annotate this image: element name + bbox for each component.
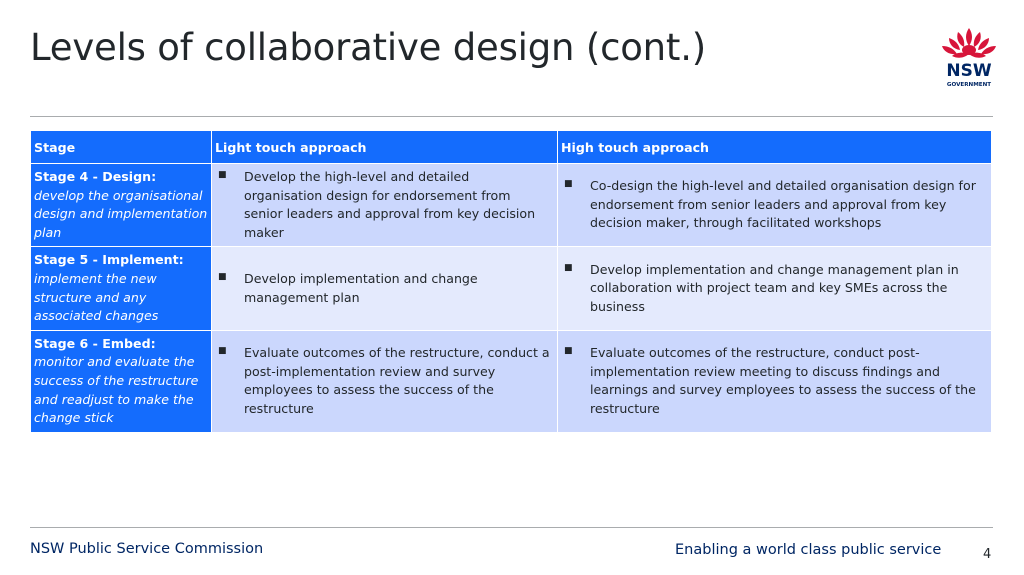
high-touch-cell: ■ Co-design the high-level and detailed o…: [557, 162, 992, 248]
header-stage: Stage: [30, 130, 212, 164]
waratah-icon: NSW GOVERNMENT: [942, 28, 996, 88]
high-touch-cell: ■ Evaluate outcomes of the restructure, c…: [557, 329, 992, 433]
logo-wordmark: NSW: [946, 61, 991, 81]
stage-name: Stage 5 - Implement:: [34, 252, 184, 268]
light-touch-text: Develop implementation and change manage…: [244, 270, 478, 305]
nsw-government-logo: NSW GOVERNMENT: [938, 26, 1000, 90]
table-header-row: Stage Light touch approach High touch ap…: [30, 130, 992, 164]
bullet-icon: ■: [564, 262, 573, 273]
bullet-icon: ■: [564, 346, 573, 357]
table-row: Stage 5 - Implement: implement the new s…: [30, 246, 992, 331]
stage-cell: Stage 4 - Design: develop the organisati…: [30, 162, 212, 248]
logo-subtext: GOVERNMENT: [947, 82, 991, 88]
stage-description: implement the new structure and any asso…: [34, 270, 159, 324]
bullet-icon: ■: [218, 271, 227, 282]
high-touch-cell: ■ Develop implementation and change manag…: [557, 246, 992, 331]
table-row: Stage 4 - Design: develop the organisati…: [30, 162, 992, 248]
bullet-icon: ■: [564, 179, 573, 190]
footer-organisation: NSW Public Service Commission: [30, 541, 264, 557]
bullet-icon: ■: [218, 346, 227, 357]
bullet-icon: ■: [218, 170, 227, 180]
stage-name: Stage 4 - Design:: [34, 169, 157, 184]
stage-name: Stage 6 - Embed:: [34, 335, 156, 351]
stage-cell: Stage 6 - Embed: monitor and evaluate th…: [30, 329, 212, 433]
light-touch-cell: ■ Develop implementation and change manag…: [211, 246, 558, 331]
footer-tagline: Enabling a world class public service: [675, 542, 942, 558]
high-touch-text: Evaluate outcomes of the restructure, co…: [590, 345, 976, 416]
title-divider: [30, 116, 993, 117]
high-touch-text: Develop implementation and change manage…: [590, 261, 959, 314]
light-touch-cell: ■ Evaluate outcomes of the restructure, c…: [211, 329, 558, 433]
stage-description: monitor and evaluate the success of the …: [34, 354, 199, 426]
high-touch-text: Co-design the high-level and detailed or…: [590, 178, 976, 231]
footer-divider: [30, 527, 993, 528]
header-high-touch: High touch approach: [557, 130, 992, 164]
table-row: Stage 6 - Embed: monitor and evaluate th…: [30, 329, 992, 433]
slide-title: Levels of collaborative design (cont.): [30, 26, 707, 69]
header-light-touch: Light touch approach: [211, 130, 558, 164]
collaborative-design-table: Stage Light touch approach High touch ap…: [30, 130, 992, 433]
page-number: 4: [983, 547, 992, 562]
light-touch-cell: ■ Develop the high-level and detailed org…: [211, 162, 558, 248]
stage-description: develop the organisational design and im…: [34, 187, 208, 240]
stage-cell: Stage 5 - Implement: implement the new s…: [30, 246, 212, 331]
light-touch-text: Evaluate outcomes of the restructure, co…: [244, 345, 550, 416]
light-touch-text: Develop the high-level and detailed orga…: [244, 169, 536, 240]
